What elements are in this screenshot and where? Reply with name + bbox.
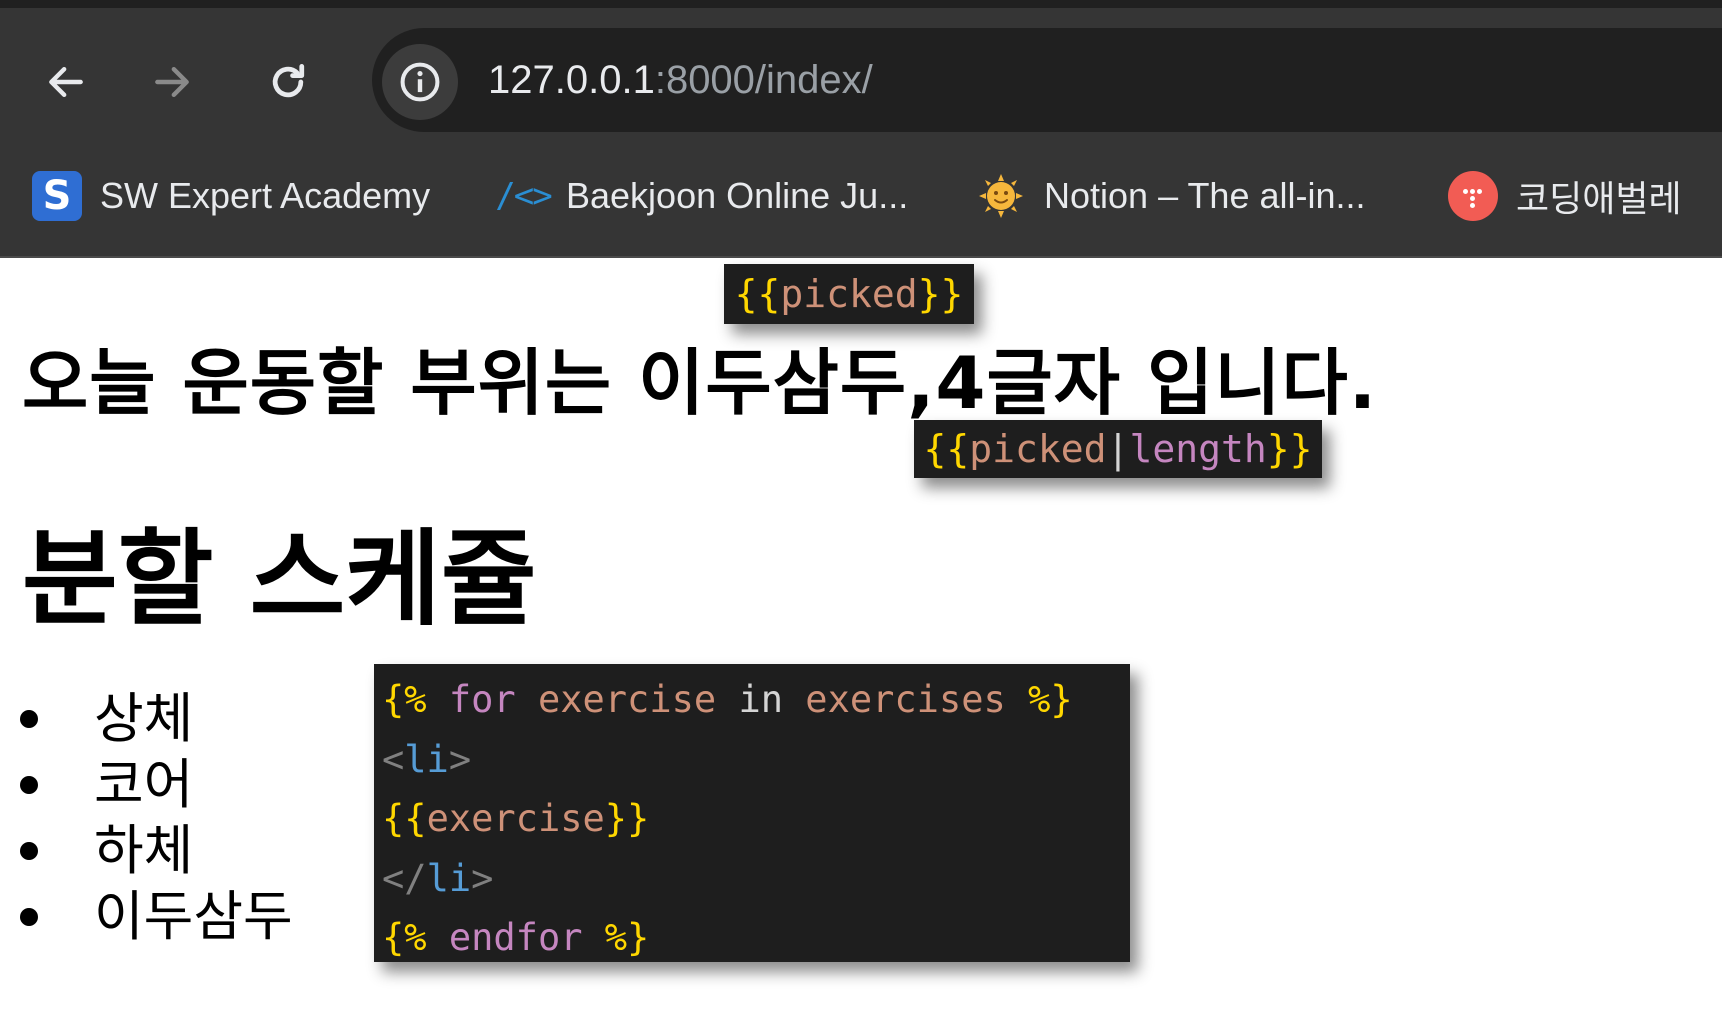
forward-arrow-icon: [155, 66, 189, 98]
tab-strip: [0, 0, 1722, 8]
brace-close: }}: [604, 797, 650, 840]
list-item: 상체: [0, 686, 293, 752]
forward-button[interactable]: [142, 52, 202, 112]
reload-icon: [272, 64, 305, 98]
bookmark-label: 코딩애벌레: [1516, 178, 1682, 219]
brace-open: {{: [923, 427, 970, 471]
bullet-icon: [20, 908, 38, 926]
html-bracket: >: [448, 737, 472, 781]
bullet-icon: [20, 842, 38, 860]
list-item: 코어: [0, 752, 293, 818]
code-line: <li>: [382, 730, 1122, 790]
bookmark-coding-larva[interactable]: 코딩애벌레: [1448, 158, 1682, 234]
sun-face-icon: [976, 171, 1026, 221]
template-filter: length: [1129, 427, 1267, 471]
for-loop-callout: {% for exercise in exercises %} <li> {{e…: [374, 664, 1130, 962]
bookmark-label: Notion – The all-in...: [1044, 175, 1366, 216]
site-info-button[interactable]: [382, 44, 458, 120]
endfor-keyword: endfor: [448, 916, 583, 959]
list-item-text: 상체: [94, 687, 194, 750]
html-bracket: <: [382, 737, 405, 781]
picked-variable-callout: {{picked}}: [724, 264, 974, 324]
picked-length-callout: {{picked|length}}: [914, 420, 1322, 478]
today-heading: 오늘 운동할 부위는 이두삼두,4글자 입니다.: [22, 341, 1378, 425]
url-text[interactable]: 127.0.0.1:8000/index/: [488, 50, 873, 110]
template-variable: picked: [780, 272, 918, 316]
html-tag-name: li: [404, 737, 449, 781]
brace-close: }}: [1266, 427, 1313, 471]
template-variable: picked: [969, 427, 1107, 471]
html-bracket: >: [471, 856, 494, 900]
brace-close: }}: [917, 272, 964, 316]
bookmark-label: SW Expert Academy: [100, 175, 431, 216]
bookmark-notion[interactable]: Notion – The all-in...: [976, 158, 1366, 234]
bullet-icon: [20, 776, 38, 794]
code-line: {% endfor %}: [382, 908, 1122, 968]
tag-close: %}: [1028, 678, 1073, 721]
loop-variable: exercise: [537, 678, 717, 721]
bookmark-baekjoon[interactable]: /<> Baekjoon Online Ju...: [495, 158, 909, 234]
code-line: {{exercise}}: [382, 789, 1122, 849]
in-keyword: in: [738, 678, 784, 721]
list-item-text: 하체: [94, 819, 194, 882]
template-variable: exercise: [426, 797, 605, 840]
back-arrow-icon: [49, 66, 83, 98]
brace-open: {{: [734, 272, 781, 316]
html-bracket: </: [382, 856, 427, 900]
tag-open: {%: [382, 678, 427, 721]
code-line: </li>: [382, 849, 1122, 909]
browser-chrome: 127.0.0.1:8000/index/ S SW Expert Academ…: [0, 0, 1722, 258]
baekjoon-code-icon: /<>: [495, 171, 552, 221]
filter-pipe: |: [1106, 427, 1130, 471]
coding-larva-icon: [1448, 171, 1498, 221]
bookmarks-bar: S SW Expert Academy /<> Baekjoon Online …: [0, 158, 1722, 234]
schedule-title: 분할 스케쥴: [22, 518, 537, 640]
url-host: 127.0.0.1: [488, 58, 655, 102]
bookmark-swea[interactable]: S SW Expert Academy: [32, 158, 430, 234]
url-path: :8000/index/: [654, 58, 873, 102]
bookmark-label: Baekjoon Online Ju...: [566, 175, 909, 216]
list-item: 이두삼두: [0, 884, 293, 950]
for-keyword: for: [448, 678, 516, 721]
swea-s-icon: S: [32, 171, 82, 221]
swea-icon-glyph: S: [32, 171, 82, 221]
info-icon: [400, 62, 440, 102]
iterable-variable: exercises: [805, 678, 1006, 721]
bullet-icon: [20, 710, 38, 728]
tag-open: {%: [382, 916, 427, 959]
list-item-text: 이두삼두: [94, 885, 293, 948]
html-tag-name: li: [426, 856, 472, 900]
list-item-text: 코어: [94, 753, 194, 816]
list-item: 하체: [0, 818, 293, 884]
baekjoon-icon-glyph: /<>: [495, 176, 552, 216]
tag-close: %}: [604, 916, 650, 959]
code-line: {% for exercise in exercises %}: [382, 670, 1122, 730]
reload-button[interactable]: [258, 52, 318, 112]
brace-open: {{: [382, 797, 427, 840]
exercise-list: 상체 코어 하체 이두삼두: [0, 686, 293, 950]
back-button[interactable]: [36, 52, 96, 112]
